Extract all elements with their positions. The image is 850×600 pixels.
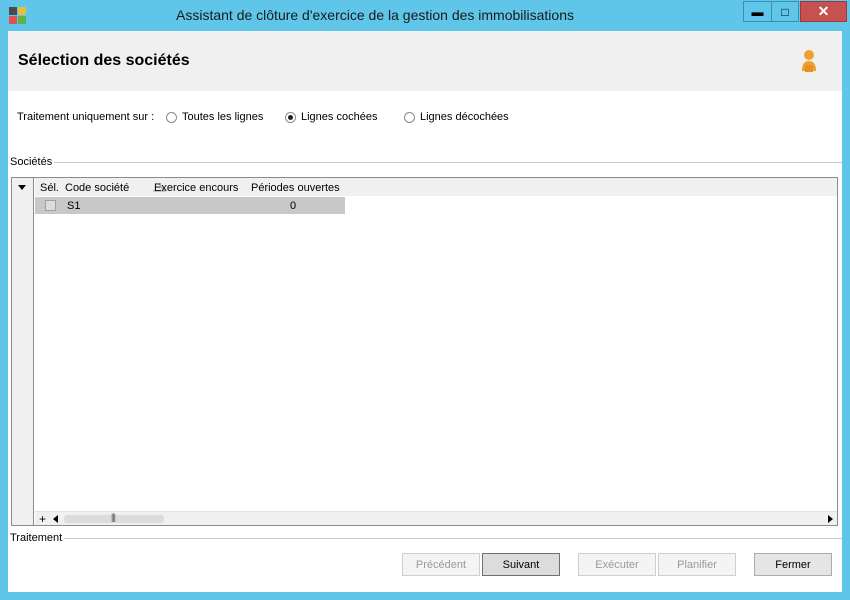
radio-indicator[interactable] [285, 111, 296, 123]
precedent-button[interactable]: Précédent [402, 553, 480, 576]
close-button[interactable]: ✕ [800, 1, 847, 22]
app-icon [9, 7, 26, 24]
title-bar[interactable]: Assistant de clôture d'exercice de la ge… [0, 0, 850, 31]
scroll-grip-icon: ||| [111, 512, 116, 522]
radio-indicator[interactable] [166, 111, 177, 123]
radio-label: Lignes décochées [420, 111, 509, 123]
traitement-group-label: Traitement [10, 532, 65, 544]
column-exercice-encours[interactable]: Exercice encours [154, 182, 238, 194]
societes-group-label: Sociétés [10, 156, 55, 168]
filter-options: Traitement uniquement sur : Toutes les l… [8, 91, 842, 161]
window-title: Assistant de clôture d'exercice de la ge… [176, 7, 574, 23]
horizontal-scrollbar[interactable]: + ||| [35, 511, 837, 526]
add-row-icon[interactable]: + [39, 512, 46, 526]
table-row[interactable]: S1 0 [35, 197, 345, 214]
filter-label: Traitement uniquement sur : [17, 111, 155, 123]
page-title: Sélection des sociétés [18, 52, 190, 69]
grid-header: Sél. Code société Exercice encours Pério… [35, 178, 837, 196]
radio-indicator[interactable] [404, 111, 415, 123]
scroll-right-icon[interactable] [828, 515, 833, 523]
cell-code-societe: S1 [67, 200, 81, 212]
executer-button[interactable]: Exécuter [578, 553, 656, 576]
column-code-societe[interactable]: Code société [65, 182, 129, 194]
wizard-window: Assistant de clôture d'exercice de la ge… [0, 0, 850, 600]
suivant-button[interactable]: Suivant [482, 553, 560, 576]
radio-label: Toutes les lignes [182, 111, 264, 123]
wizard-body: Sélection des sociétés Traitement unique… [8, 31, 842, 592]
wizard-header: Sélection des sociétés [8, 31, 842, 91]
cell-periodes-ouvertes: 0 [290, 200, 297, 212]
grid-row-selector [12, 178, 34, 525]
person-icon [802, 50, 816, 72]
column-periodes-ouvertes[interactable]: Périodes ouvertes [251, 182, 340, 194]
planifier-button[interactable]: Planifier [658, 553, 736, 576]
societes-grid[interactable]: Sél. Code société Exercice encours Pério… [11, 177, 838, 526]
fermer-button[interactable]: Fermer [754, 553, 832, 576]
traitement-divider [63, 538, 842, 539]
minimize-button[interactable]: ▬ [743, 1, 771, 22]
radio-lignes-cochees[interactable]: Lignes cochées [285, 111, 377, 123]
societes-divider [54, 162, 842, 163]
radio-label: Lignes cochées [301, 111, 378, 123]
grid-menu-icon[interactable] [18, 185, 26, 190]
scroll-left-icon[interactable] [53, 515, 58, 523]
row-select-checkbox[interactable] [45, 200, 56, 211]
radio-lignes-decochees[interactable]: Lignes décochées [404, 111, 509, 123]
maximize-button[interactable]: □ [771, 1, 799, 22]
column-sel[interactable]: Sél. [40, 182, 59, 194]
radio-toutes-lignes[interactable]: Toutes les lignes [166, 111, 263, 123]
